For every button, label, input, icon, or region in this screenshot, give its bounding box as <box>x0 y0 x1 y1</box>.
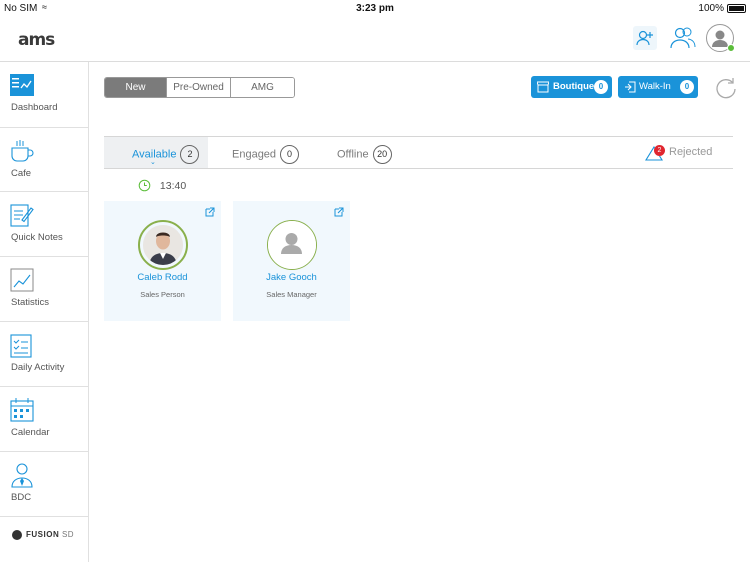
salesperson-name: Jake Gooch <box>266 272 317 283</box>
fusion-brand-suffix: SD <box>61 530 75 540</box>
salesperson-photo <box>267 220 317 270</box>
person-tie-icon <box>11 463 33 488</box>
checklist-icon <box>10 334 32 358</box>
fusion-brand: FUSION SD <box>12 530 74 540</box>
tab-label: Engaged <box>232 148 277 161</box>
walk-in-button[interactable]: Walk-In 0 <box>618 76 698 98</box>
fusion-logo-icon <box>12 530 22 540</box>
refresh-icon <box>716 78 736 99</box>
queue-time-row: 13:40 <box>138 179 186 192</box>
fusion-brand-name: FUSION <box>26 530 60 540</box>
sidebar-item-label: Daily Activity <box>11 362 65 373</box>
sidebar-item-label: Dashboard <box>11 102 58 113</box>
online-status-dot <box>727 44 735 52</box>
sidebar-item-label: Calendar <box>11 427 50 438</box>
boutique-label: Boutique <box>553 81 595 92</box>
salesperson-name: Caleb Rodd <box>137 272 188 283</box>
external-link-icon[interactable] <box>205 207 215 217</box>
battery-percent: 100% <box>698 3 724 14</box>
external-link-icon[interactable] <box>334 207 344 217</box>
boutique-button[interactable]: Boutique 0 <box>531 76 612 98</box>
walk-in-label: Walk-In <box>639 81 671 92</box>
salesperson-card[interactable]: Caleb Rodd Sales Person <box>104 201 221 321</box>
rejected-count-badge: 2 <box>654 145 665 156</box>
group-users-icon <box>670 27 696 49</box>
walk-in-count-badge: 0 <box>680 80 694 94</box>
clock-icon <box>138 179 151 192</box>
add-user-button[interactable] <box>633 26 657 50</box>
sidebar-item-statistics[interactable]: Statistics <box>0 257 89 322</box>
app-logo: ams <box>18 30 55 50</box>
add-user-icon <box>636 30 653 46</box>
tab-count-badge: 20 <box>372 145 392 164</box>
sidebar-item-label: Cafe <box>11 168 32 179</box>
notes-pencil-icon <box>10 204 34 227</box>
sidebar: Dashboard Cafe Quick Notes Statistics Da… <box>0 62 89 562</box>
dashboard-icon <box>10 74 34 96</box>
tab-count-badge: 0 <box>280 145 300 164</box>
sidebar-item-daily-activity[interactable]: Daily Activity <box>0 322 89 387</box>
calendar-icon <box>10 398 34 422</box>
segment-amg[interactable]: AMG <box>231 78 294 97</box>
status-bar: No SIM ≈ 3:23 pm 100% <box>0 0 750 16</box>
inventory-segment-control: New Pre-Owned AMG <box>104 77 295 98</box>
tab-offline[interactable]: Offline 20 <box>337 145 392 164</box>
salesperson-role: Sales Manager <box>266 290 317 299</box>
sidebar-item-label: Quick Notes <box>11 232 63 243</box>
clock-label: 3:23 pm <box>356 3 394 14</box>
sidebar-item-bdc[interactable]: BDC <box>0 452 89 517</box>
battery-icon <box>727 4 746 13</box>
segment-new[interactable]: New <box>105 78 167 97</box>
sidebar-item-quick-notes[interactable]: Quick Notes <box>0 192 89 257</box>
team-button[interactable] <box>668 24 698 57</box>
tab-count-badge: 2 <box>180 145 200 164</box>
segment-pre-owned[interactable]: Pre-Owned <box>167 78 231 97</box>
tab-label: Offline <box>337 148 369 161</box>
rejected-label: Rejected <box>669 146 713 158</box>
chevron-down-icon: ⌄ <box>150 159 156 166</box>
refresh-button[interactable] <box>714 76 738 100</box>
tab-available-content: Available 2 <box>132 145 200 164</box>
salesperson-role: Sales Person <box>140 290 185 299</box>
sidebar-item-label: Statistics <box>11 297 50 308</box>
chart-icon <box>10 268 34 292</box>
enter-door-icon <box>625 81 636 93</box>
sidebar-item-dashboard[interactable]: Dashboard <box>0 62 89 126</box>
storefront-icon <box>537 81 549 93</box>
queue-time: 13:40 <box>159 179 187 192</box>
default-avatar-icon <box>281 233 302 254</box>
salesperson-photo <box>138 220 188 270</box>
sidebar-item-cafe[interactable]: Cafe <box>0 127 89 192</box>
sidebar-item-calendar[interactable]: Calendar <box>0 387 89 452</box>
coffee-cup-icon <box>11 140 34 162</box>
tab-available[interactable]: Available 2 <box>104 137 208 168</box>
sidebar-item-label: BDC <box>11 492 32 503</box>
salesperson-card[interactable]: Jake Gooch Sales Manager <box>233 201 350 321</box>
person-photo-icon <box>143 225 183 265</box>
user-avatar-button[interactable] <box>706 24 735 52</box>
boutique-count-badge: 0 <box>594 80 608 94</box>
tab-engaged[interactable]: Engaged 0 <box>232 145 300 164</box>
top-bar: ams <box>0 16 750 62</box>
status-tab-bar: Available 2 Engaged 0 Offline 20 <box>104 136 733 169</box>
